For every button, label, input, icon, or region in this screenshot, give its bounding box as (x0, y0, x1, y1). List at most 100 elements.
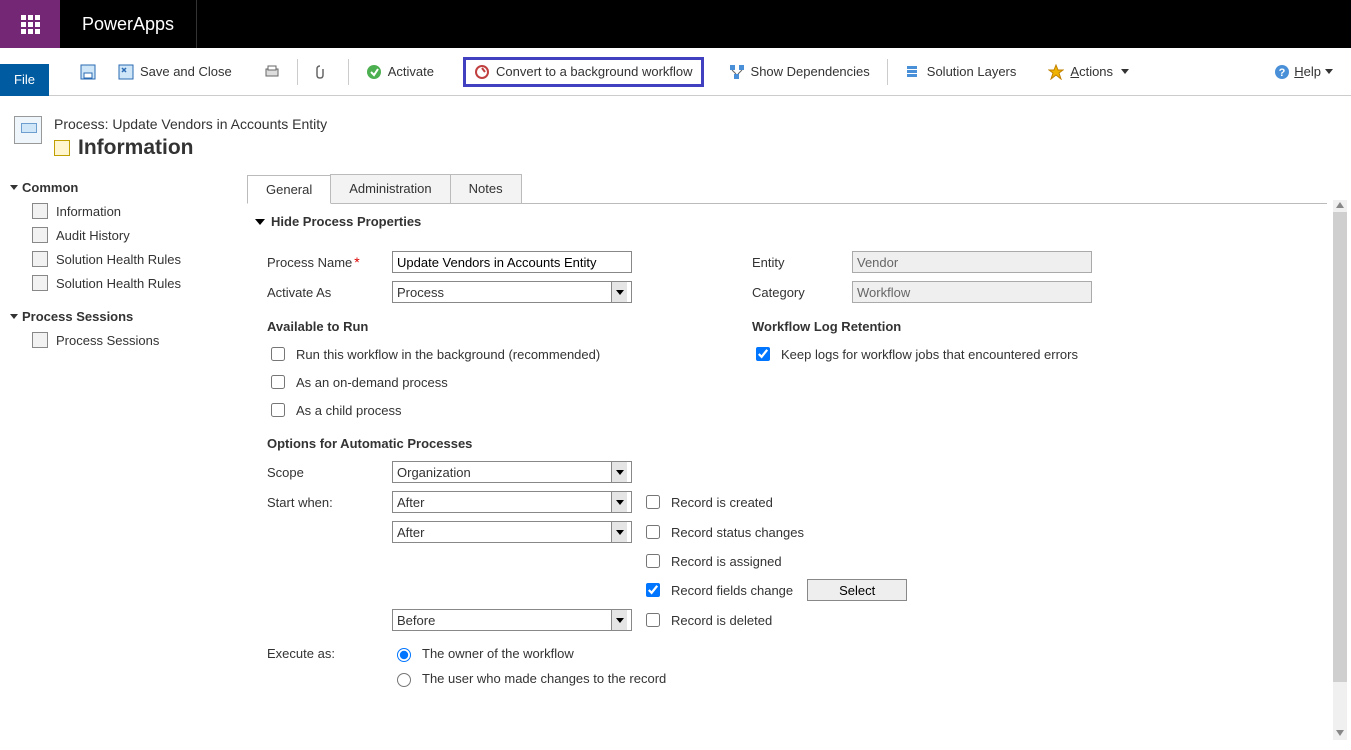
help-menu[interactable]: ? Help (1274, 64, 1343, 80)
sidebar-item-audit-history[interactable]: Audit History (10, 223, 230, 247)
start-when-select-1[interactable]: After (392, 491, 632, 513)
start-when-label: Start when: (267, 495, 392, 510)
category-field: Workflow (852, 281, 1092, 303)
solution-layers-button[interactable]: Solution Layers (894, 57, 1028, 87)
print-icon (264, 64, 280, 80)
svg-text:?: ? (1279, 67, 1286, 79)
activate-as-select[interactable]: Process (392, 281, 632, 303)
show-dependencies-button[interactable]: Show Dependencies (718, 57, 881, 87)
record-fields-checkbox[interactable] (646, 583, 660, 597)
save-and-close-button[interactable]: Save and Close (107, 57, 243, 87)
execute-as-user-label: The user who made changes to the record (422, 671, 666, 686)
help-icon: ? (1274, 64, 1290, 80)
record-status-label: Record status changes (671, 525, 804, 540)
hide-process-properties-toggle[interactable]: Hide Process Properties (247, 204, 1327, 237)
paperclip-icon (315, 64, 331, 80)
tab-notes[interactable]: Notes (450, 174, 522, 203)
show-dependencies-label: Show Dependencies (751, 64, 870, 79)
command-bar: File Save and Close Activate (0, 48, 1351, 96)
start-when-select-2[interactable]: After (392, 521, 632, 543)
health-icon (32, 251, 48, 267)
breadcrumb: Process: Update Vendors in Accounts Enti… (54, 116, 327, 132)
sidebar-group-common[interactable]: Common (10, 176, 230, 199)
attach-button[interactable] (304, 57, 342, 87)
child-process-checkbox[interactable] (271, 403, 285, 417)
record-deleted-checkbox[interactable] (646, 613, 660, 627)
sidebar-item-solution-health-rules-2[interactable]: Solution Health Rules (10, 271, 230, 295)
page-title: Information (54, 136, 327, 160)
run-background-label: Run this workflow in the background (rec… (296, 347, 600, 362)
on-demand-label: As an on-demand process (296, 375, 448, 390)
sidebar-group-process-sessions[interactable]: Process Sessions (10, 305, 230, 328)
save-and-close-label: Save and Close (140, 64, 232, 79)
run-background-checkbox[interactable] (271, 347, 285, 361)
sidebar-item-information[interactable]: Information (10, 199, 230, 223)
layers-icon (905, 64, 921, 80)
scope-select[interactable]: Organization (392, 461, 632, 483)
doc-icon (32, 203, 48, 219)
activate-as-label: Activate As (267, 285, 392, 300)
execute-as-owner-label: The owner of the workflow (422, 646, 574, 661)
keep-logs-label: Keep logs for workflow jobs that encount… (781, 347, 1078, 362)
available-to-run-heading: Available to Run (247, 307, 632, 340)
child-process-label: As a child process (296, 403, 402, 418)
tab-bar: General Administration Notes (247, 174, 1327, 204)
record-created-label: Record is created (671, 495, 773, 510)
help-label: Help (1294, 64, 1321, 79)
actions-icon (1048, 64, 1064, 80)
process-name-input[interactable] (392, 251, 632, 273)
record-created-checkbox[interactable] (646, 495, 660, 509)
chevron-down-icon (1325, 69, 1333, 74)
activate-button[interactable]: Activate (355, 57, 445, 87)
history-icon (32, 227, 48, 243)
chevron-down-icon (611, 462, 627, 482)
chevron-down-icon (1121, 69, 1129, 74)
main-content: General Administration Notes Hide Proces… (240, 172, 1351, 711)
page-header: Process: Update Vendors in Accounts Enti… (0, 96, 1351, 172)
keep-logs-checkbox[interactable] (756, 347, 770, 361)
collapse-icon (10, 185, 18, 190)
tab-general[interactable]: General (247, 175, 331, 204)
chevron-down-icon (611, 522, 627, 542)
dependencies-icon (729, 64, 745, 80)
record-status-checkbox[interactable] (646, 525, 660, 539)
record-assigned-label: Record is assigned (671, 554, 782, 569)
scroll-up-icon (1336, 202, 1344, 208)
collapse-icon (255, 219, 265, 225)
scrollbar[interactable] (1333, 200, 1347, 740)
health-icon (32, 275, 48, 291)
convert-icon (474, 64, 490, 80)
scroll-thumb[interactable] (1333, 212, 1347, 682)
on-demand-checkbox[interactable] (271, 375, 285, 389)
entity-field: Vendor (852, 251, 1092, 273)
execute-as-user-radio[interactable] (397, 673, 411, 687)
file-tab[interactable]: File (0, 64, 49, 96)
convert-to-background-button[interactable]: Convert to a background workflow (463, 57, 704, 87)
tab-administration[interactable]: Administration (330, 174, 450, 203)
actions-menu[interactable]: Actions (1037, 57, 1140, 87)
start-when-select-3[interactable]: Before (392, 609, 632, 631)
scroll-down-icon (1336, 730, 1344, 736)
convert-label: Convert to a background workflow (496, 64, 693, 79)
sidebar-item-process-sessions[interactable]: Process Sessions (10, 328, 230, 352)
process-icon (14, 116, 42, 144)
execute-as-owner-radio[interactable] (397, 648, 411, 662)
select-fields-button[interactable]: Select (807, 579, 907, 601)
app-name: PowerApps (60, 0, 197, 48)
solution-layers-label: Solution Layers (927, 64, 1017, 79)
app-launcher[interactable] (0, 0, 60, 48)
record-deleted-label: Record is deleted (671, 613, 772, 628)
collapse-icon (10, 314, 18, 319)
save-close-icon (118, 64, 134, 80)
category-label: Category (752, 285, 852, 300)
save-button[interactable] (69, 57, 107, 87)
auto-processes-heading: Options for Automatic Processes (247, 424, 1327, 457)
record-assigned-checkbox[interactable] (646, 554, 660, 568)
chevron-down-icon (611, 610, 627, 630)
actions-label: Actions (1070, 64, 1113, 79)
sidebar-item-solution-health-rules[interactable]: Solution Health Rules (10, 247, 230, 271)
execute-as-label: Execute as: (267, 646, 392, 661)
waffle-icon (21, 15, 40, 34)
topbar: PowerApps (0, 0, 1351, 48)
print-button[interactable] (253, 57, 291, 87)
